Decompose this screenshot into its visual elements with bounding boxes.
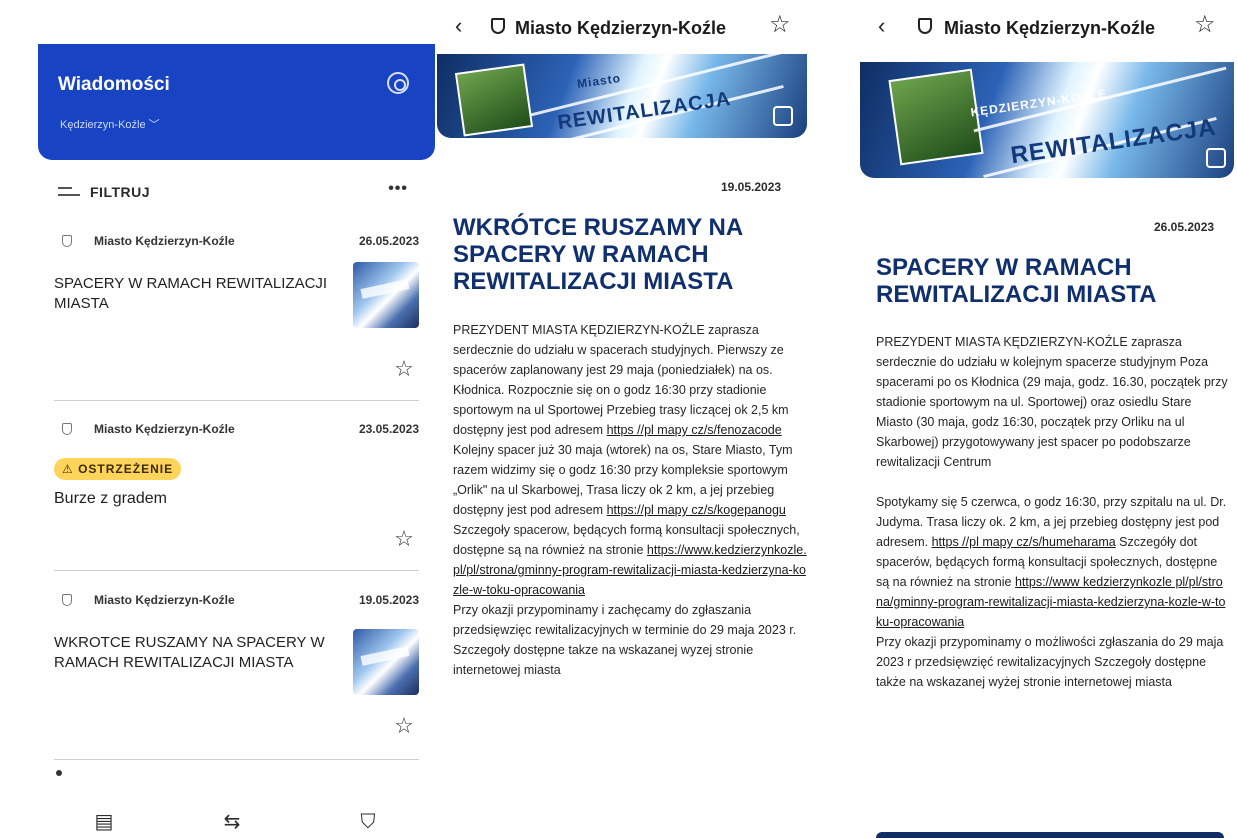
article-body: PREZYDENT MIASTA KĘDZIERZYN-KOŹLE zapras…	[453, 320, 811, 680]
shield-icon[interactable]: ⛉	[356, 810, 380, 834]
divider	[54, 759, 419, 760]
city-selector[interactable]: Kędzierzyn-Koźle ﹀	[60, 116, 160, 132]
article-title: WKRÓTCE RUSZAMY NA SPACERY W RAMACH REWI…	[453, 214, 743, 295]
article-date: 19.05.2023	[721, 180, 782, 194]
back-icon[interactable]: ‹	[878, 14, 885, 38]
paragraph: Przy okazji przypominamy o możliwości zg…	[876, 635, 1224, 689]
article-banner: Miasto REWITALIZACJA	[437, 54, 807, 138]
bottom-action-button[interactable]	[876, 832, 1224, 838]
item-title: WKROTCE RUSZAMY NA SPACERY W RAMACH REWI…	[54, 634, 325, 671]
item-date: 26.05.2023	[358, 234, 419, 248]
bottom-tab-bar: ▤ ⇆ ⛉	[0, 800, 437, 838]
divider	[54, 400, 419, 401]
article-title: SPACERY W RAMACH REWITALIZACJI MIASTA	[876, 254, 1157, 308]
article-source: Miasto Kędzierzyn-Koźle	[944, 18, 1156, 38]
article-toolbar: ‹ Miasto Kędzierzyn-Koźle ☆	[437, 0, 820, 54]
item-source: Miasto Kędzierzyn-Koźle	[94, 422, 235, 436]
filter-bar: FILTRUJ •••	[58, 180, 408, 204]
banner-photo	[454, 63, 534, 137]
map-link[interactable]: https //pl mapy cz/s/humeharama	[932, 535, 1116, 549]
news-list-screen: Wiadomości Kędzierzyn-Koźle ﹀ FILTRUJ ••…	[0, 0, 437, 838]
city-crest-icon	[62, 594, 72, 606]
city-crest-icon	[918, 18, 932, 34]
expand-icon[interactable]	[1206, 148, 1226, 168]
favorite-star-icon[interactable]: ☆	[1194, 12, 1216, 38]
loading-indicator	[56, 770, 62, 776]
list-item[interactable]: Miasto Kędzierzyn-Koźle 19.05.2023 WKROT…	[54, 591, 419, 761]
city-crest-icon	[62, 423, 72, 435]
item-meta: Miasto Kędzierzyn-Koźle 23.05.2023	[54, 420, 419, 440]
filter-button[interactable]: FILTRUJ	[90, 184, 150, 200]
item-title: SPACERY W RAMACH REWITALIZACJI MIASTA	[54, 275, 328, 312]
article-screen-2: ‹ Miasto Kędzierzyn-Koźle ☆ KĘDZIERZYN-K…	[858, 0, 1237, 838]
article-body: PREZYDENT MIASTA KĘDZIERZYN-KOŹLE zapras…	[876, 332, 1228, 692]
article-source: Miasto Kędzierzyn-Koźle	[515, 18, 727, 38]
page-title: Wiadomości	[58, 74, 170, 95]
settings-icon[interactable]	[387, 72, 409, 94]
favorite-star-icon[interactable]: ☆	[393, 358, 415, 380]
divider	[54, 570, 419, 571]
item-meta: Miasto Kędzierzyn-Koźle 19.05.2023	[54, 591, 419, 611]
article-banner: KĘDZIERZYN-KOŹLE REWITALIZACJA	[860, 62, 1234, 178]
item-date: 23.05.2023	[358, 422, 419, 436]
item-thumbnail	[353, 262, 419, 328]
item-meta: Miasto Kędzierzyn-Koźle 26.05.2023	[54, 232, 419, 252]
list-item[interactable]: Miasto Kędzierzyn-Koźle 26.05.2023 SPACE…	[54, 232, 419, 402]
warning-badge: ⚠ OSTRZEŻENIE	[54, 458, 182, 480]
item-thumbnail	[353, 629, 419, 695]
banner-text: REWITALIZACJA	[556, 87, 733, 135]
back-icon[interactable]: ‹	[455, 14, 462, 38]
article-screen-1: ‹ Miasto Kędzierzyn-Koźle ☆ Miasto REWIT…	[437, 0, 820, 838]
article-toolbar: ‹ Miasto Kędzierzyn-Koźle ☆	[858, 0, 1237, 54]
paragraph: PREZYDENT MIASTA KĘDZIERZYN-KOŹLE zapras…	[453, 323, 789, 437]
news-icon[interactable]: ▤	[92, 810, 116, 834]
item-source: Miasto Kędzierzyn-Koźle	[94, 593, 235, 607]
news-header: Wiadomości Kędzierzyn-Koźle ﹀	[38, 44, 435, 160]
list-item[interactable]: Miasto Kędzierzyn-Koźle 23.05.2023 ⚠ OST…	[54, 420, 419, 571]
filter-icon[interactable]	[58, 185, 80, 199]
item-source: Miasto Kędzierzyn-Koźle	[94, 234, 235, 248]
item-title: Burze z gradem	[54, 490, 167, 507]
paragraph: PREZYDENT MIASTA KĘDZIERZYN-KOŹLE zapras…	[876, 335, 1228, 469]
article-date: 26.05.2023	[1154, 220, 1215, 234]
favorite-star-icon[interactable]: ☆	[393, 715, 415, 737]
route-icon[interactable]: ⇆	[220, 810, 244, 834]
city-crest-icon	[62, 235, 72, 247]
expand-icon[interactable]	[773, 106, 793, 126]
more-options-icon[interactable]: •••	[388, 180, 408, 198]
map-link[interactable]: https //pl mapy cz/s/fenozacode	[607, 423, 782, 437]
banner-text: REWITALIZACJA	[1009, 113, 1219, 170]
favorite-star-icon[interactable]: ☆	[393, 528, 415, 550]
favorite-star-icon[interactable]: ☆	[769, 12, 791, 38]
paragraph: Przy okazji przypominamy i zachęcamy do …	[453, 603, 797, 677]
banner-photo	[888, 68, 984, 166]
map-link[interactable]: https://pl mapy cz/s/kogepanogu	[607, 503, 786, 517]
item-date: 19.05.2023	[358, 593, 419, 607]
city-crest-icon	[491, 18, 505, 34]
banner-text-small: Miasto	[576, 71, 622, 91]
